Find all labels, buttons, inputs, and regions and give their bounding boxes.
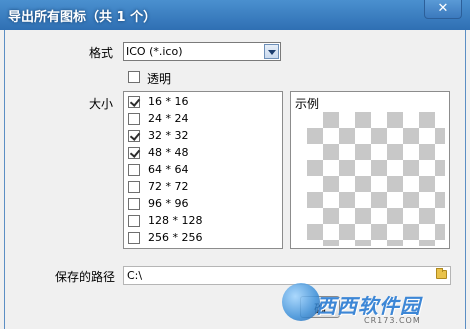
transparent-label: 透明 <box>147 72 172 86</box>
size-option-label: 24 * 24 <box>148 112 189 125</box>
size-option-label: 32 * 32 <box>148 129 189 142</box>
size-checkbox[interactable] <box>128 164 140 176</box>
transparency-checkerboard <box>307 112 445 246</box>
size-checkbox[interactable] <box>128 130 140 142</box>
save-path-label: 保存的路径 <box>55 270 116 284</box>
logo-icon <box>282 283 320 321</box>
folder-icon[interactable] <box>436 268 447 279</box>
watermark-subtext: CR173.COM <box>364 316 421 325</box>
size-checkbox[interactable] <box>128 147 140 159</box>
size-label: 大小 <box>89 97 114 111</box>
size-option-label: 128 * 128 <box>148 214 203 227</box>
save-path-value: C:\ <box>127 269 143 282</box>
size-option-label: 64 * 64 <box>148 163 189 176</box>
format-label: 格式 <box>89 46 114 60</box>
watermark-logo: 西西软件园 CR173.COM <box>282 280 470 329</box>
size-checkbox[interactable] <box>128 215 140 227</box>
size-checkbox[interactable] <box>128 96 140 108</box>
format-selected-value: ICO (*.ico) <box>126 45 183 58</box>
format-dropdown[interactable]: ICO (*.ico) <box>123 42 281 61</box>
size-checkbox[interactable] <box>128 113 140 125</box>
size-checkbox[interactable] <box>128 198 140 210</box>
watermark-text: 西西软件园 <box>316 294 421 318</box>
size-list: 16 * 16 24 * 24 32 * 32 48 * 48 64 * 64 … <box>123 91 283 249</box>
size-option-label: 16 * 16 <box>148 95 189 108</box>
close-icon: ✕ <box>437 1 449 16</box>
close-button[interactable]: ✕ <box>424 0 462 19</box>
title-bar: 导出所有图标（共 1 个） ✕ <box>0 0 470 30</box>
preview-panel: 示例 <box>290 91 450 249</box>
window-title: 导出所有图标（共 1 个） <box>8 10 157 25</box>
size-option-label: 96 * 96 <box>148 197 189 210</box>
size-option-label: 48 * 48 <box>148 146 189 159</box>
size-checkbox[interactable] <box>128 232 140 244</box>
size-option-label: 72 * 72 <box>148 180 189 193</box>
preview-label: 示例 <box>295 97 320 111</box>
transparent-checkbox[interactable] <box>128 71 140 83</box>
size-option-label: 256 * 256 <box>148 231 203 244</box>
size-checkbox[interactable] <box>128 181 140 193</box>
chevron-down-icon[interactable] <box>264 44 279 59</box>
